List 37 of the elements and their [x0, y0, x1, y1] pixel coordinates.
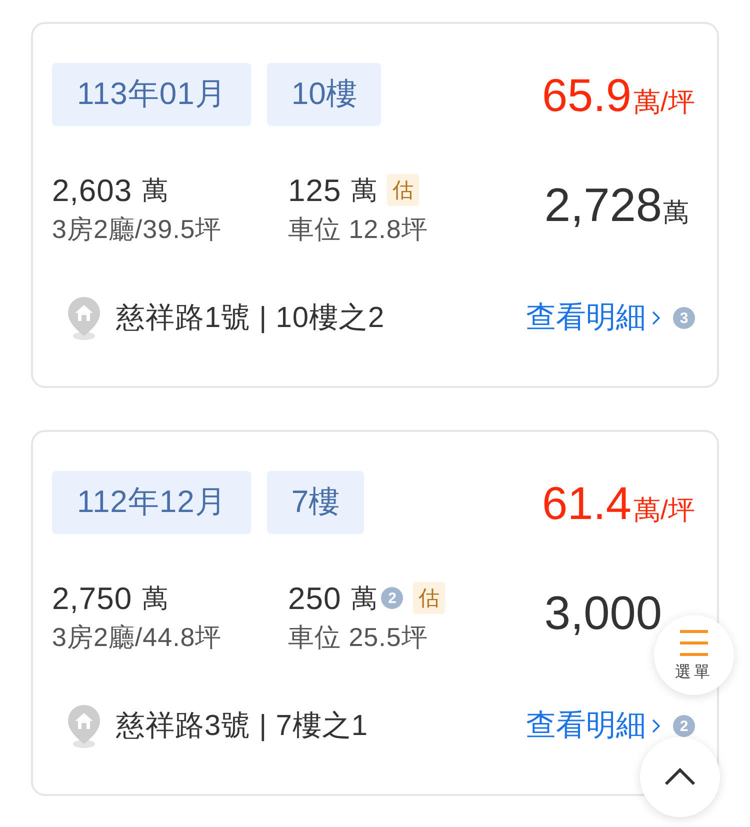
parking-price: 125 — [288, 174, 342, 206]
unit-price-unit: 萬/坪 — [633, 496, 695, 524]
floor-tag: 10樓 — [267, 63, 381, 126]
address: 慈祥路1號 | 10樓之2 — [116, 304, 385, 332]
price-unit: 萬 — [142, 585, 168, 611]
unit-price-unit: 萬/坪 — [633, 88, 695, 116]
unit-price: 65.9 — [542, 72, 632, 118]
house-price: 2,750 — [52, 582, 132, 614]
chevron-right-icon — [652, 719, 660, 733]
estimate-tag: 估 — [387, 174, 420, 206]
date-tag: 113年01月 — [52, 63, 252, 126]
address: 慈祥路3號 | 7樓之1 — [116, 712, 368, 740]
menu-icon — [680, 630, 708, 656]
total-price-unit: 萬 — [663, 198, 689, 224]
price-unit: 萬 — [351, 177, 378, 203]
location-pin-icon — [66, 704, 102, 748]
room-layout: 3房2廳/44.8坪 — [52, 621, 223, 654]
date-tag: 112年12月 — [52, 471, 252, 534]
chevron-right-icon — [652, 311, 660, 325]
floor-tag: 7樓 — [267, 471, 364, 534]
unit-price: 61.4 — [542, 480, 632, 526]
room-layout: 3房2廳/39.5坪 — [52, 213, 223, 246]
location-pin-icon — [66, 296, 102, 340]
parking-price: 250 — [288, 582, 342, 614]
house-price: 2,603 — [52, 174, 132, 206]
estimate-tag: 估 — [413, 582, 446, 614]
chevron-up-icon — [664, 768, 696, 786]
total-price: 2,728 — [544, 180, 662, 228]
parking-size: 車位 25.5坪 — [288, 621, 429, 654]
details-link[interactable]: 查看明細 — [526, 303, 660, 333]
count-badge: 2 — [381, 587, 404, 609]
count-badge: 2 — [673, 715, 695, 737]
price-unit: 萬 — [142, 177, 168, 203]
details-link[interactable]: 查看明細 — [526, 711, 660, 741]
parking-size: 車位 12.8坪 — [288, 213, 428, 246]
count-badge: 3 — [673, 307, 695, 329]
price-unit: 萬 — [351, 585, 378, 611]
